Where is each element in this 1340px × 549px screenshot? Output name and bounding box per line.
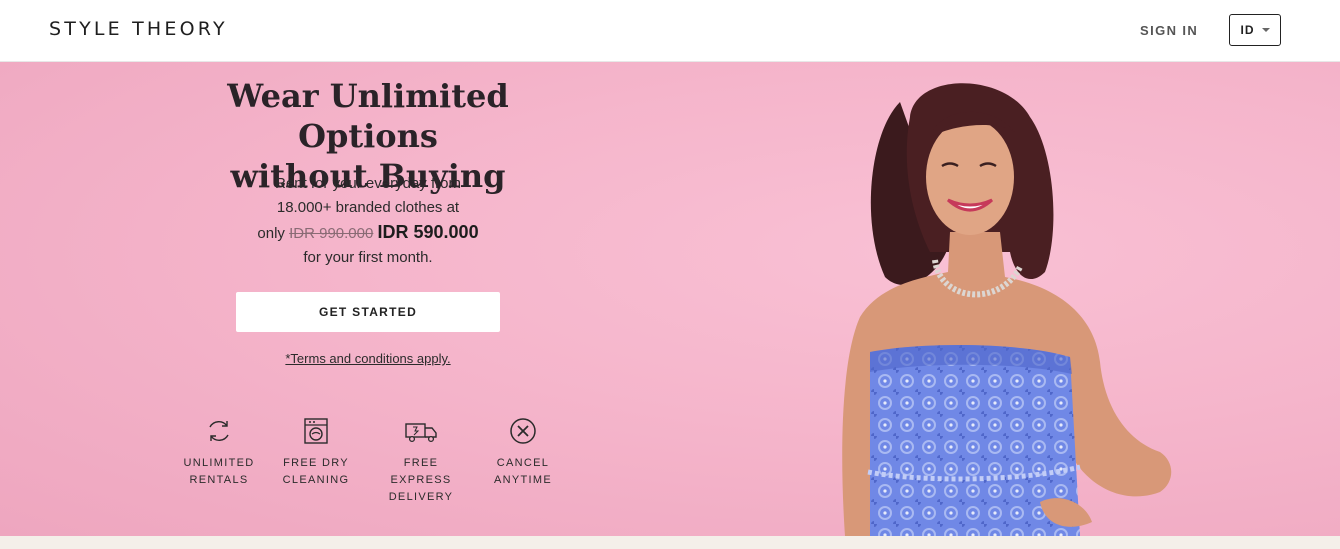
logo[interactable]: STYLE THEORY <box>49 18 228 40</box>
feature-cancel-anytime: CANCEL ANYTIME <box>478 417 568 489</box>
feature-label-line-1: CANCEL <box>496 457 550 469</box>
model-image <box>842 83 1172 536</box>
sign-in-link[interactable]: SIGN IN <box>1140 23 1198 38</box>
feature-label-line-2: ANYTIME <box>494 474 552 486</box>
sub-only: only <box>257 225 285 242</box>
sub-line-2: 18.000+ branded clothes at <box>276 199 460 216</box>
delivery-truck-icon <box>405 423 437 443</box>
feature-label: UNLIMITED RENTALS <box>174 455 264 489</box>
new-price: IDR 590.000 <box>377 222 479 242</box>
bottom-strip <box>0 536 1340 549</box>
old-price: IDR 990.000 <box>289 225 374 242</box>
feature-label-line-2: RENTALS <box>189 474 249 486</box>
feature-label-line-2: CLEANING <box>282 474 350 486</box>
headline-line-1: Wear Unlimited Options <box>227 77 509 155</box>
terms-link[interactable]: *Terms and conditions apply. <box>268 351 468 366</box>
feature-free-dry-cleaning: FREE DRY CLEANING <box>271 417 361 489</box>
sub-line-4: for your first month. <box>303 249 433 266</box>
hero-banner: Wear Unlimited Options without Buying Re… <box>0 62 1340 536</box>
feature-unlimited-rentals: UNLIMITED RENTALS <box>174 417 264 489</box>
washing-machine-icon <box>304 418 328 444</box>
language-select[interactable]: ID <box>1229 14 1281 46</box>
chevron-down-icon <box>1261 28 1270 32</box>
feature-label: CANCEL ANYTIME <box>478 455 568 489</box>
feature-list: UNLIMITED RENTALS FREE DRY CLEANING FREE… <box>178 417 568 507</box>
feature-free-express-delivery: FREE EXPRESS DELIVERY <box>376 417 466 506</box>
site-header: STYLE THEORY SIGN IN ID <box>0 0 1340 62</box>
hero-subtext: Rent for your everyday from 18.000+ bran… <box>208 172 528 270</box>
refresh-icon <box>209 421 229 441</box>
feature-label-line-1: FREE EXPRESS <box>390 457 452 486</box>
feature-label-line-2: DELIVERY <box>388 491 454 503</box>
language-select-value: ID <box>1240 23 1255 37</box>
feature-label-line-1: FREE DRY <box>283 457 349 469</box>
feature-label: FREE EXPRESS DELIVERY <box>376 455 466 506</box>
get-started-button[interactable]: GET STARTED <box>236 292 500 332</box>
cancel-icon <box>510 418 536 444</box>
feature-label: FREE DRY CLEANING <box>271 455 361 489</box>
feature-label-line-1: UNLIMITED <box>183 457 255 469</box>
sub-line-1: Rent for your everyday from <box>275 175 461 192</box>
